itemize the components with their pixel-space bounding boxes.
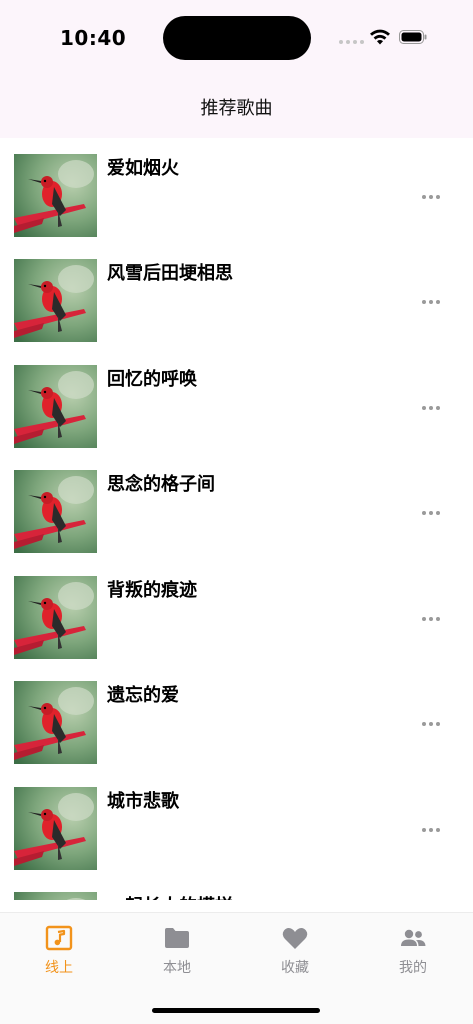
- more-options-icon[interactable]: [422, 508, 448, 518]
- tab-online[interactable]: 线上: [0, 925, 118, 977]
- more-options-icon[interactable]: [422, 297, 448, 307]
- album-cover-image: [14, 576, 97, 659]
- more-options-icon[interactable]: [422, 192, 448, 202]
- song-row[interactable]: 一起长大的模样: [0, 876, 473, 900]
- wifi-icon: [370, 29, 390, 45]
- album-cover-image: [14, 787, 97, 870]
- more-options-icon[interactable]: [422, 719, 448, 729]
- battery-icon: [399, 30, 427, 44]
- song-title: 背叛的痕迹: [107, 580, 197, 601]
- more-options-icon[interactable]: [422, 614, 448, 624]
- song-title: 爱如烟火: [107, 158, 179, 179]
- tab-local[interactable]: 本地: [118, 925, 236, 977]
- tab-online-label: 线上: [45, 960, 73, 976]
- album-cover-image: [14, 154, 97, 237]
- song-row[interactable]: 城市悲歌: [0, 771, 473, 876]
- song-row[interactable]: 风雪后田埂相思: [0, 243, 473, 348]
- tab-favorites-label: 收藏: [281, 960, 309, 976]
- folder-icon: [165, 928, 189, 948]
- song-title: 城市悲歌: [107, 791, 179, 812]
- tab-mine-label: 我的: [399, 960, 427, 976]
- song-title: 思念的格子间: [107, 474, 215, 495]
- song-title: 风雪后田埂相思: [107, 263, 233, 284]
- album-cover-image: [14, 470, 97, 553]
- status-time: 10:40: [60, 26, 127, 50]
- tab-local-label: 本地: [163, 960, 191, 976]
- tab-mine[interactable]: 我的: [354, 925, 472, 977]
- screen: 10:40 推荐歌曲 爱如烟火风雪后田埂相思 回忆的呼唤思念的格子间 背叛的痕迹遗忘…: [0, 0, 473, 1024]
- album-cover-image: [14, 259, 97, 342]
- dynamic-island: [163, 16, 311, 60]
- more-options-icon[interactable]: [422, 825, 448, 835]
- home-indicator: [152, 1008, 320, 1013]
- heart-icon: [282, 928, 308, 949]
- header: 10:40 推荐歌曲: [0, 0, 473, 138]
- users-icon: [401, 929, 426, 946]
- song-list[interactable]: 爱如烟火风雪后田埂相思回忆的呼唤思念的格子间背叛的痕迹遗忘的爱城市悲歌一起长大的…: [0, 138, 473, 900]
- page-title: 推荐歌曲: [200, 98, 273, 119]
- album-cover-image: [14, 365, 97, 448]
- song-row[interactable]: 思念的格子间: [0, 454, 473, 559]
- album-cover-image: [14, 681, 97, 764]
- song-title: 遗忘的爱: [107, 685, 179, 706]
- album-cover-image: [14, 892, 97, 900]
- song-row[interactable]: 回忆的呼唤: [0, 349, 473, 454]
- song-row[interactable]: 遗忘的爱: [0, 665, 473, 770]
- song-row[interactable]: 爱如烟火: [0, 138, 473, 243]
- music-note-icon: [45, 925, 73, 951]
- more-options-icon[interactable]: [422, 403, 448, 413]
- song-title: 回忆的呼唤: [107, 369, 197, 390]
- cellular-signal-icon: [339, 40, 364, 44]
- song-row[interactable]: 背叛的痕迹: [0, 560, 473, 665]
- song-title: 一起长大的模样: [107, 892, 233, 900]
- tab-favorites[interactable]: 收藏: [236, 925, 354, 977]
